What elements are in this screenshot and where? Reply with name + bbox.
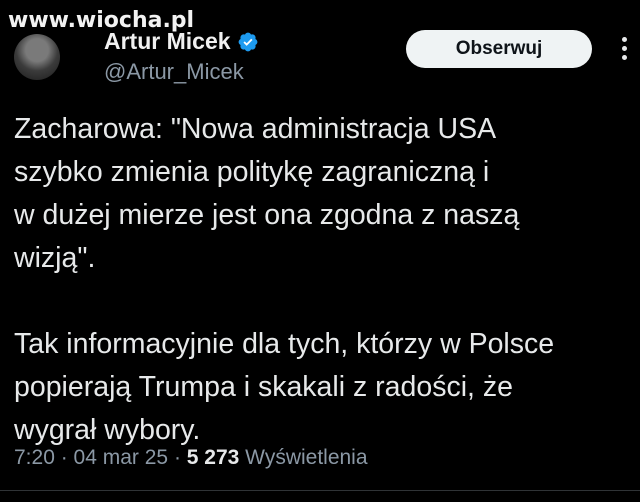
meta-separator: · [54, 446, 74, 469]
follow-button[interactable]: Obserwuj [406, 30, 592, 68]
dot [621, 45, 627, 51]
tweet-line: szybko zmienia politykę zagraniczną i [14, 156, 490, 188]
tweet-line: popierają Trumpa i skakali z radości, że [14, 371, 513, 403]
views-label: Wyświetlenia [239, 446, 368, 469]
more-dots-icon[interactable] [612, 36, 636, 60]
dot [621, 36, 627, 42]
dot [621, 54, 627, 60]
tweet-meta: 7:20 · 04 mar 25 · 5 273 Wyświetlenia [14, 446, 368, 470]
tweet-date[interactable]: 04 mar 25 [74, 446, 169, 469]
author-handle[interactable]: @Artur_Micek [104, 59, 259, 85]
meta-separator: · [168, 446, 187, 469]
tweet-line: w dużej mierze jest ona zgodna z naszą [14, 199, 520, 231]
author-block: Artur Micek @Artur_Micek [104, 28, 259, 85]
tweet-line: wizją". [14, 242, 96, 274]
verified-badge-icon [238, 32, 257, 51]
tweet-time[interactable]: 7:20 [14, 446, 55, 469]
views-count: 5 273 [186, 446, 240, 469]
tweet-line: Zacharowa: "Nowa administracja USA [14, 113, 497, 145]
divider [0, 490, 640, 491]
site-watermark: www.wiocha.pl [8, 8, 195, 33]
tweet-text: Zacharowa: "Nowa administracja USA szybk… [14, 108, 634, 452]
tweet-line: Tak informacyjnie dla tych, którzy w Pol… [14, 328, 555, 360]
avatar[interactable] [14, 34, 60, 80]
